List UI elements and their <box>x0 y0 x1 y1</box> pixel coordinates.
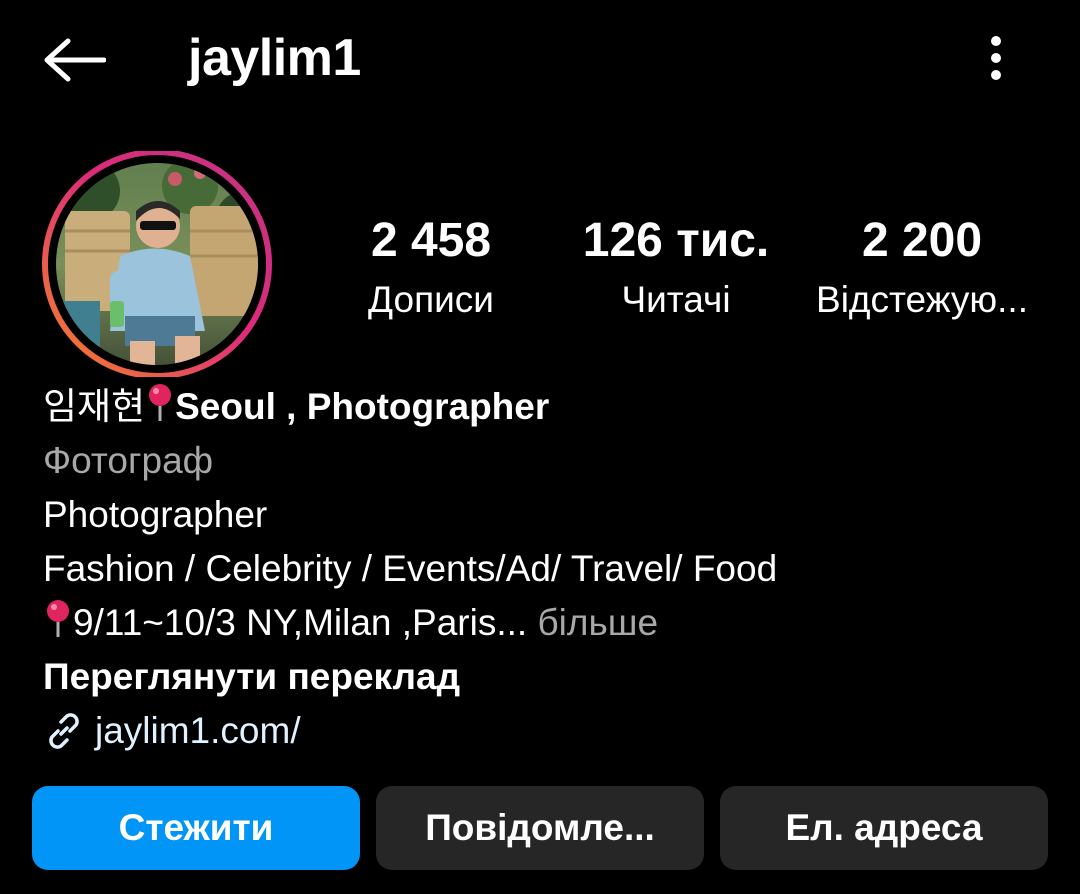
profile-bio: 임재현 Seoul , Photographer Фотограф Photogr… <box>43 380 1043 758</box>
round-pushpin-icon <box>47 600 69 637</box>
more-options-button[interactable] <box>970 30 1022 86</box>
profile-display-name: 임재현 Seoul , Photographer <box>43 380 1043 434</box>
stat-following[interactable]: 2 200 Відстежую... <box>806 210 1038 324</box>
bio-line-3-text: 9/11~10/3 NY,Milan ,Paris... <box>73 602 528 643</box>
email-button[interactable]: Ел. адреса <box>720 786 1048 870</box>
top-bar: jaylim1 <box>0 0 1080 120</box>
link-icon <box>49 713 79 749</box>
following-count: 2 200 <box>861 214 983 267</box>
website-link[interactable]: jaylim1.com/ <box>43 704 1043 758</box>
bio-line-3: 9/11~10/3 NY,Milan ,Paris... більше <box>43 596 1043 650</box>
see-translation-link[interactable]: Переглянути переклад <box>43 650 1043 704</box>
profile-stats: 2 458 Дописи 126 тис. Читачі 2 200 Відст… <box>0 210 1080 330</box>
message-button[interactable]: Повідомле... <box>376 786 704 870</box>
display-name-text: Seoul , Photographer <box>175 386 550 427</box>
following-label: Відстежую... <box>816 279 1028 320</box>
bio-line-2: Fashion / Celebrity / Events/Ad/ Travel/… <box>43 548 778 589</box>
stat-posts[interactable]: 2 458 Дописи <box>356 210 506 324</box>
stat-followers[interactable]: 126 тис. Читачі <box>566 210 786 324</box>
profile-username: jaylim1 <box>188 29 361 87</box>
followers-count: 126 тис. <box>582 214 770 267</box>
round-pushpin-icon <box>149 384 172 421</box>
back-button[interactable] <box>38 30 110 90</box>
posts-count: 2 458 <box>370 214 492 267</box>
follow-button[interactable]: Стежити <box>32 786 360 870</box>
bio-line-1: Photographer <box>43 494 268 535</box>
arrow-left-icon <box>44 38 106 82</box>
display-name-korean: 임재현 <box>43 386 146 427</box>
website-link-text: jaylim1.com/ <box>95 710 301 751</box>
profile-category: Фотограф <box>43 440 214 481</box>
more-vertical-icon <box>991 36 1001 80</box>
followers-label: Читачі <box>621 279 731 320</box>
profile-actions: Стежити Повідомле... Ел. адреса <box>0 786 1080 870</box>
posts-label: Дописи <box>368 279 494 320</box>
more-link[interactable]: більше <box>537 602 658 643</box>
